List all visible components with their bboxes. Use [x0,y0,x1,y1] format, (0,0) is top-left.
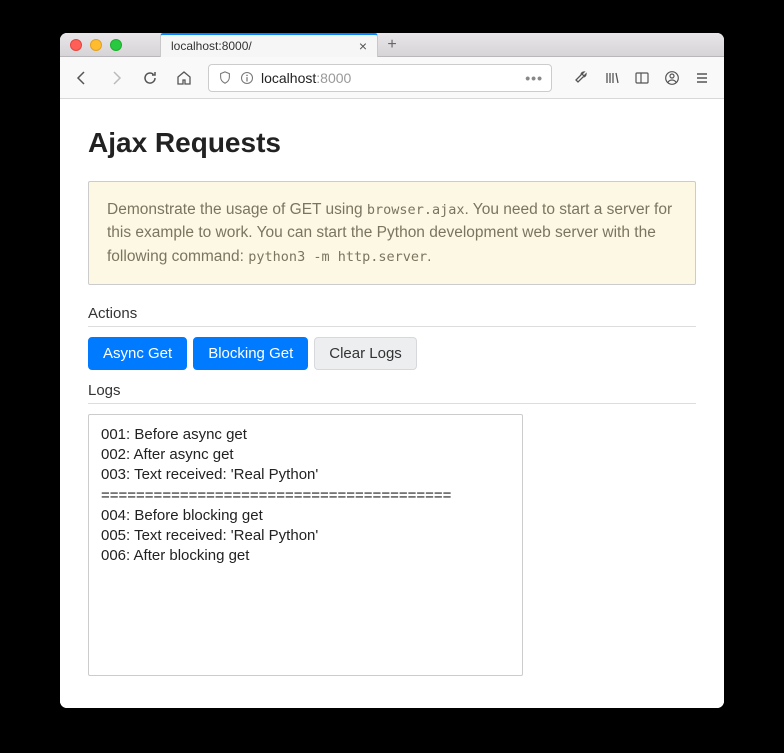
minimize-window-button[interactable] [90,39,102,51]
tab-strip: localhost:8000/ × + [160,33,406,57]
async-get-button[interactable]: Async Get [88,337,187,370]
hamburger-icon [694,70,710,86]
callout-box: Demonstrate the usage of GET using brows… [88,181,696,285]
url-host: localhost [261,70,316,86]
clear-logs-button[interactable]: Clear Logs [314,337,417,370]
menu-button[interactable] [688,64,716,92]
logs-label: Logs [88,382,696,399]
actions-label: Actions [88,305,696,322]
callout-text-3: . [427,248,431,265]
url-text: localhost:8000 [261,70,519,86]
library-button[interactable] [598,64,626,92]
callout-code-2: python3 -m http.server [248,249,427,265]
account-button[interactable] [658,64,686,92]
reload-button[interactable] [136,64,164,92]
address-bar[interactable]: localhost:8000 ••• [208,64,552,92]
sidebar-button[interactable] [628,64,656,92]
page-title: Ajax Requests [88,127,696,159]
callout-text-1: Demonstrate the usage of GET using [107,201,367,218]
home-icon [176,70,192,86]
maximize-window-button[interactable] [110,39,122,51]
button-row: Async Get Blocking Get Clear Logs [88,337,696,370]
reload-icon [142,70,158,86]
toolbar-right [568,64,716,92]
page-actions-icon[interactable]: ••• [525,70,543,86]
account-icon [664,70,680,86]
titlebar: localhost:8000/ × + [60,33,724,57]
callout-code-1: browser.ajax [367,202,465,218]
logs-output: 001: Before async get 002: After async g… [88,414,523,676]
url-port: :8000 [316,70,351,86]
devtools-button[interactable] [568,64,596,92]
shield-icon [217,70,233,86]
toolbar: localhost:8000 ••• [60,57,724,99]
wrench-icon [574,70,590,86]
divider [88,326,696,327]
home-button[interactable] [170,64,198,92]
close-window-button[interactable] [70,39,82,51]
tab-title: localhost:8000/ [171,39,351,53]
page-content: Ajax Requests Demonstrate the usage of G… [60,99,724,708]
sidebar-icon [634,70,650,86]
blocking-get-button[interactable]: Blocking Get [193,337,308,370]
forward-button[interactable] [102,64,130,92]
browser-window: localhost:8000/ × + localhost [60,33,724,708]
new-tab-button[interactable]: + [378,33,406,57]
close-tab-icon[interactable]: × [359,38,367,54]
library-icon [604,70,620,86]
arrow-left-icon [74,70,90,86]
back-button[interactable] [68,64,96,92]
arrow-right-icon [108,70,124,86]
info-icon [239,70,255,86]
browser-tab[interactable]: localhost:8000/ × [160,33,378,57]
divider [88,403,696,404]
window-controls [70,39,122,51]
